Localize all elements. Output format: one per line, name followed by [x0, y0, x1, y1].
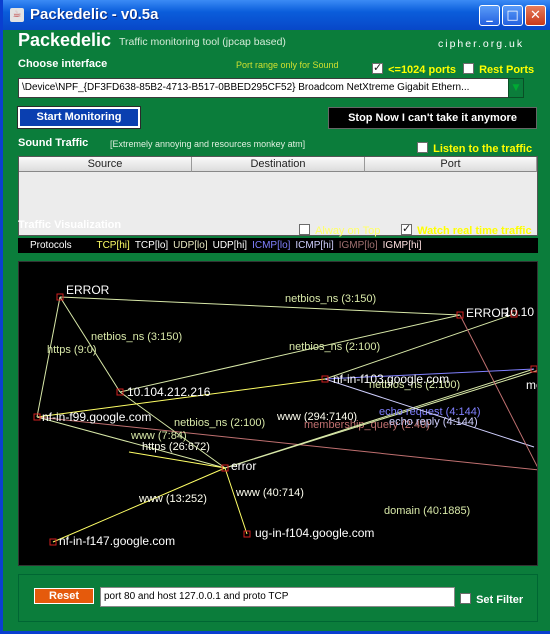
close-button[interactable]: ✕	[525, 5, 546, 26]
title-bar[interactable]: ☕ Packedelic - v0.5a _ □ ✕	[3, 0, 550, 30]
graph-edge-label: netbios_ns (3:150)	[285, 293, 376, 305]
chevron-down-icon[interactable]: ▼	[508, 78, 524, 98]
port-range-note: Port range only for Sound	[236, 60, 339, 70]
graph-edge	[459, 314, 537, 468]
always-on-top-label: Alway on Top	[315, 225, 381, 237]
protocol-legend-item: ICMP[hi]	[295, 240, 334, 251]
protocol-legend-item: TCP[hi]	[96, 240, 130, 251]
traffic-graph-canvas[interactable]: netbios_ns (3:150)netbios_ns (3:150)http…	[19, 262, 538, 566]
graph-edge	[52, 467, 226, 543]
graph-node-label: ug-in-f104.google.com	[255, 526, 374, 540]
sound-traffic-note: [Extremely annoying and resources monkey…	[110, 139, 306, 149]
column-header-port[interactable]: Port	[365, 157, 537, 172]
app-subtitle: Traffic monitoring tool (jpcap based)	[119, 36, 286, 48]
listen-label: Listen to the traffic	[433, 143, 533, 155]
protocol-legend-item: UDP[hi]	[212, 240, 248, 251]
graph-edge	[59, 296, 461, 316]
graph-node-label: nf-in-f147.google.com	[59, 534, 175, 548]
filter-panel: Reset port 80 and host 127.0.0.1 and pro…	[18, 574, 538, 622]
graph-node-label: nf-in-f99.google.com	[42, 410, 151, 424]
protocol-legend-item: UDP[lo]	[173, 240, 208, 251]
traffic-graph[interactable]: netbios_ns (3:150) netbios_ns (3:150) http…	[18, 261, 538, 566]
rest-ports-checkbox[interactable]	[463, 63, 474, 74]
watch-realtime-checkbox[interactable]	[401, 222, 412, 235]
protocol-legend-item: IGMP[lo]	[338, 240, 378, 251]
start-monitoring-button[interactable]: Start Monitoring	[17, 106, 141, 129]
watch-realtime-group[interactable]: Watch real time traffic	[401, 219, 532, 238]
graph-edge-label: www (13:252)	[138, 493, 207, 505]
graph-edge	[224, 467, 248, 535]
sound-traffic-label: Sound Traffic	[18, 137, 89, 149]
always-on-top-checkbox[interactable]	[299, 224, 310, 235]
ports-1024-checkbox-group[interactable]: <=1024 ports	[372, 58, 456, 77]
always-on-top-group[interactable]: Alway on Top	[299, 219, 380, 238]
graph-edge-label: netbios_ns (3:150)	[91, 331, 182, 343]
filter-input[interactable]: port 80 and host 127.0.0.1 and proto TCP	[100, 587, 455, 607]
maximize-button[interactable]: □	[502, 5, 523, 26]
graph-node-label: 10.10	[504, 305, 534, 319]
graph-node-label: nf-in-f103.google.com	[333, 372, 449, 386]
interface-select[interactable]: \Device\NPF_{DF3FD638-85B2-4713-B517-0BB…	[18, 78, 509, 98]
listen-checkbox-group[interactable]: Listen to the traffic	[417, 137, 532, 156]
graph-edge-label: https (9:0)	[47, 344, 97, 356]
reset-button[interactable]: Reset	[34, 588, 94, 604]
watch-realtime-label: Watch real time traffic	[417, 225, 532, 237]
protocols-label: Protocols	[30, 240, 72, 251]
ports-1024-label: <=1024 ports	[388, 64, 456, 76]
protocol-legend-item: ICMP[lo]	[252, 240, 291, 251]
set-filter-label: Set Filter	[476, 594, 524, 606]
graph-node-label: error	[231, 459, 256, 473]
column-header-destination[interactable]: Destination	[192, 157, 365, 172]
main-panel: Packedelic Traffic monitoring tool (jpca…	[6, 30, 550, 631]
set-filter-group[interactable]: Set Filter	[460, 588, 523, 607]
graph-edge-label: www (40:714)	[235, 487, 304, 499]
graph-edge-label: echo reply (4:144)	[389, 416, 478, 428]
graph-edge-label: netbios_ns (2:100)	[174, 417, 265, 429]
ports-1024-checkbox[interactable]	[372, 61, 383, 74]
graph-edge	[128, 451, 226, 469]
graph-node-label: ERROR	[66, 283, 110, 297]
graph-node-label: 10.104.212.216	[127, 385, 211, 399]
protocol-legend: Protocols TCP[hi] TCP[lo] UDP[lo] UDP[hi] IC…	[18, 238, 538, 253]
column-header-source[interactable]: Source	[19, 157, 192, 172]
brand-text: cipher.org.uk	[438, 38, 525, 50]
set-filter-checkbox[interactable]	[460, 593, 471, 604]
rest-ports-label: Rest Ports	[479, 64, 535, 76]
choose-interface-label: Choose interface	[18, 58, 108, 70]
stop-button[interactable]: Stop Now I can't take it anymore	[328, 107, 537, 129]
graph-edge	[36, 296, 61, 418]
graph-edge-label: netbios_ns (2:100)	[289, 341, 380, 353]
java-cup-icon: ☕	[10, 8, 24, 22]
listen-checkbox[interactable]	[417, 142, 428, 153]
graph-node-label: me	[526, 378, 538, 392]
protocol-items: TCP[hi] TCP[lo] UDP[lo] UDP[hi] ICMP[lo] ICMP…	[96, 238, 426, 253]
graph-edge-label: domain (40:1885)	[384, 505, 470, 517]
protocol-legend-item: TCP[lo]	[134, 240, 169, 251]
minimize-button[interactable]: _	[479, 5, 500, 26]
traffic-visualization-label: Traffic Visualization	[18, 219, 122, 231]
graph-edge-label: https (26:672)	[142, 441, 210, 453]
app-window: ☕ Packedelic - v0.5a _ □ ✕ Packedelic Tr…	[0, 0, 550, 634]
window-title: Packedelic - v0.5a	[30, 6, 159, 23]
rest-ports-checkbox-group[interactable]: Rest Ports	[463, 58, 534, 77]
app-name: Packedelic	[18, 30, 112, 50]
protocol-legend-item: IGMP[hi]	[382, 240, 422, 251]
